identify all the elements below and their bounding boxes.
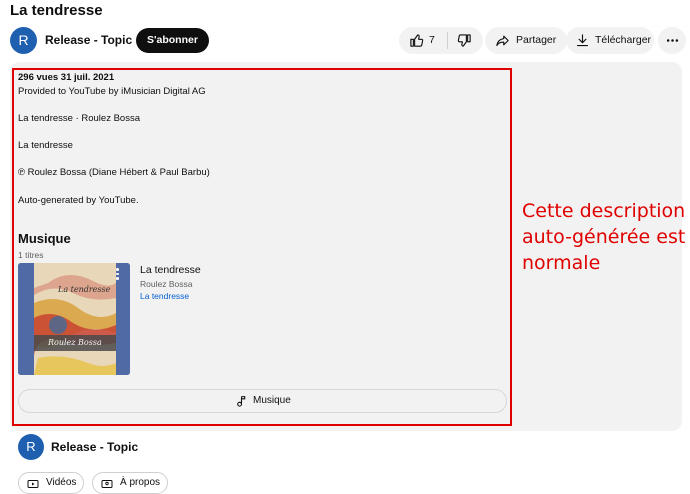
video-play-icon [27,480,39,488]
more-horizontal-icon [666,39,679,42]
subscribe-button[interactable]: S'abonner [136,28,209,53]
download-button[interactable]: Télécharger [566,27,654,54]
channel-avatar[interactable]: R [10,27,37,54]
about-chip[interactable]: À propos [92,472,168,494]
share-label: Partager [516,34,557,46]
thumbs-down-icon [457,34,471,47]
channel-row: R Release - Topic S'abonner 7 Partager T… [10,26,686,56]
download-icon [576,34,589,47]
like-button[interactable]: 7 [399,27,447,54]
contact-card-icon [101,480,113,488]
videos-chip[interactable]: Vidéos [18,472,84,494]
dislike-button[interactable] [448,27,483,54]
annotation-text: Cette description auto-générée est norma… [522,200,686,274]
thumbs-up-icon [410,34,424,47]
about-chip-label: À propos [120,477,161,488]
share-button[interactable]: Partager [485,27,567,54]
bottom-channel-avatar[interactable]: R [18,434,44,460]
videos-chip-label: Vidéos [46,477,77,488]
like-dislike-group: 7 [399,27,483,54]
highlight-box [12,68,512,426]
bottom-channel-card: R Release - Topic [18,434,318,464]
more-actions-button[interactable] [658,27,686,54]
video-title: La tendresse [10,2,103,19]
bottom-channel-name[interactable]: Release - Topic [51,440,138,454]
like-count: 7 [429,34,435,46]
channel-name[interactable]: Release - Topic [45,33,132,47]
download-label: Télécharger [595,34,652,46]
share-icon [496,35,509,47]
